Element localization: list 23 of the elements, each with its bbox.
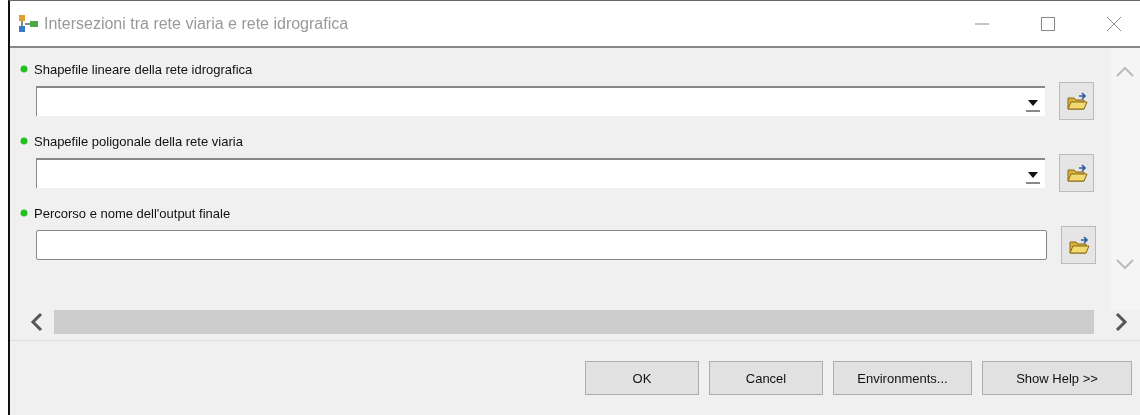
- window-title: Intersezioni tra rete viaria e rete idrografica: [44, 14, 349, 33]
- scroll-right-icon[interactable]: [1114, 312, 1128, 332]
- scrollbar-thumb[interactable]: [54, 310, 1094, 334]
- folder-icon: [1065, 163, 1088, 183]
- dialog-button[interactable]: Environments...: [833, 361, 972, 395]
- folder-icon: [1067, 235, 1090, 255]
- dialog-button[interactable]: Show Help >>: [982, 361, 1132, 395]
- parameter-label: Percorso e nome dell'output finale: [34, 205, 231, 221]
- maximize-icon[interactable]: [1040, 15, 1056, 32]
- scroll-left-icon[interactable]: [30, 312, 44, 332]
- close-icon[interactable]: [1106, 15, 1122, 32]
- dropdown-field[interactable]: [36, 86, 1045, 116]
- dropdown-field[interactable]: [36, 158, 1045, 188]
- parameter-label: Shapefile lineare della rete idrografica: [34, 61, 253, 77]
- model-icon: [18, 13, 40, 34]
- input-field[interactable]: [36, 230, 1047, 260]
- browse-button[interactable]: [1061, 226, 1096, 264]
- browse-button[interactable]: [1059, 82, 1094, 120]
- folder-icon: [1065, 91, 1088, 111]
- browse-button[interactable]: [1059, 154, 1094, 192]
- dialog-button[interactable]: OK: [585, 361, 699, 395]
- parameter-label: Shapefile poligonale della rete viaria: [34, 133, 243, 149]
- dialog-button[interactable]: Cancel: [709, 361, 823, 395]
